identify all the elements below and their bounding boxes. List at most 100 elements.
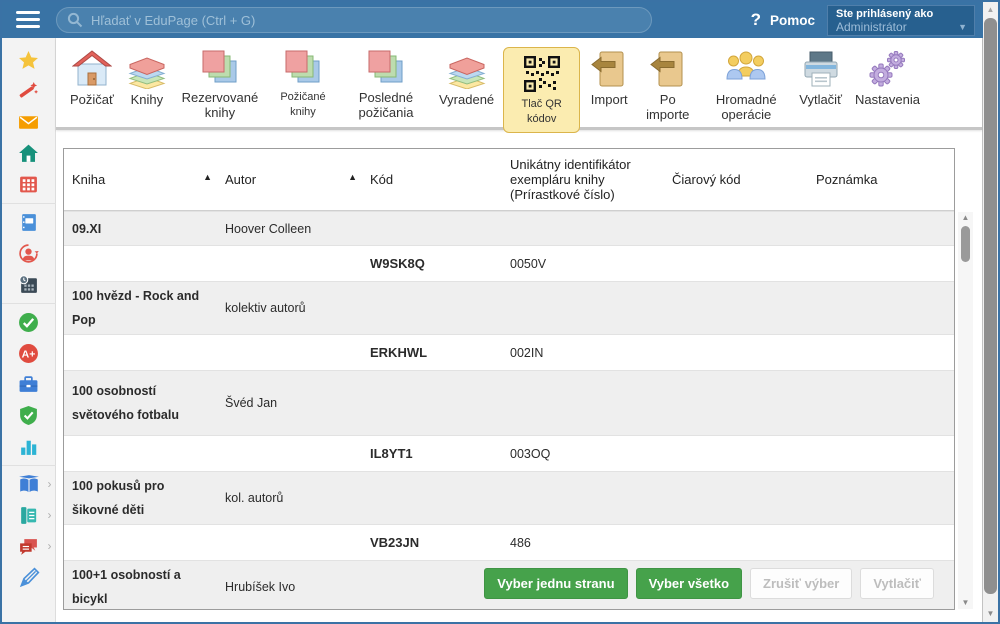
sidebar-divider xyxy=(2,303,56,304)
toolbar-item-pozicane-knihy[interactable]: Požičané knihy xyxy=(269,47,337,122)
chat-bubbles-icon xyxy=(18,536,39,557)
column-header-ciarovy-kod[interactable]: Čiarový kód xyxy=(664,149,808,210)
table-row[interactable]: 100 osobností světového fotbalu Švéd Jan xyxy=(64,370,954,436)
toolbar-item-rezervovane-knihy[interactable]: Rezervované knihy xyxy=(176,47,264,122)
cell-autor xyxy=(217,525,362,560)
toolbar-item-vytlacit[interactable]: Vytlačiť xyxy=(795,47,846,109)
global-search[interactable] xyxy=(56,7,652,33)
table-row[interactable]: ERKHWL 002IN xyxy=(64,335,954,370)
select-one-page-button[interactable]: Vyber jednu stranu xyxy=(484,568,627,599)
cell-autor: Hoover Colleen xyxy=(217,212,362,245)
help-button[interactable]: ? Pomoc xyxy=(751,2,815,38)
toolbar-item-knihy[interactable]: Knihy xyxy=(123,47,171,109)
toolbar-item-pozicat[interactable]: Požičať xyxy=(66,47,118,109)
print-button[interactable]: Vytlačiť xyxy=(860,568,934,599)
sidebar-item-grades[interactable]: A+ xyxy=(2,338,56,369)
sidebar-item-timetable[interactable] xyxy=(2,169,56,200)
toolbar-item-label: Nastavenia xyxy=(855,92,920,107)
cell-ciarovy xyxy=(664,525,808,560)
sidebar-item-attendance[interactable] xyxy=(2,307,56,338)
grade-a-plus-icon: A+ xyxy=(18,343,39,364)
table-scrollbar-thumb[interactable] xyxy=(961,226,970,262)
page-scrollbar-thumb[interactable] xyxy=(984,18,997,594)
sidebar-item-documents[interactable]: › xyxy=(2,500,56,531)
column-header-autor[interactable]: Autor ▲ xyxy=(217,149,362,210)
sidebar-item-substitution[interactable] xyxy=(2,238,56,269)
chevron-right-icon: › xyxy=(48,477,52,491)
sidebar-item-favorites[interactable] xyxy=(2,45,56,76)
import-door-icon xyxy=(589,49,629,89)
toolbar-item-import[interactable]: Import xyxy=(585,47,633,109)
layers-icon xyxy=(127,49,167,89)
table-scrollbar[interactable]: ▲ ▼ xyxy=(958,212,973,609)
scroll-down-icon[interactable]: ▼ xyxy=(958,597,973,609)
toolbar-item-posledne-pozicania[interactable]: Posledné požičania xyxy=(342,47,430,122)
cell-ident: 002IN xyxy=(502,335,664,370)
sidebar-item-library[interactable]: › xyxy=(2,469,56,500)
cell-kniha: 100+1 osobností a bicykl xyxy=(64,561,217,610)
select-all-button[interactable]: Vyber všetko xyxy=(636,568,742,599)
people-group-icon xyxy=(726,49,766,89)
toolbar-item-tlac-qr-kodov[interactable]: Tlač QR kódov xyxy=(503,47,580,133)
cell-poznamka xyxy=(808,282,954,334)
column-header-poznamka[interactable]: Poznámka xyxy=(808,149,954,210)
qr-code-icon xyxy=(522,54,562,94)
toolbar-item-vyradene[interactable]: Vyradené xyxy=(435,47,498,109)
table-row[interactable]: IL8YT1 003OQ xyxy=(64,436,954,471)
cell-kod xyxy=(362,472,502,524)
chevron-right-icon: › xyxy=(48,539,52,553)
logged-in-user-menu[interactable]: Ste prihlásený ako Administrátor ▼ xyxy=(827,5,975,36)
cell-kod: IL8YT1 xyxy=(362,436,502,471)
briefcase-icon xyxy=(18,374,39,395)
cell-kod: VB23JN xyxy=(362,525,502,560)
cell-ciarovy xyxy=(664,472,808,524)
notebook-icon xyxy=(18,212,39,233)
pen-icon xyxy=(18,567,40,589)
sidebar-item-messages[interactable] xyxy=(2,107,56,138)
toolbar-item-po-importe[interactable]: Po importe xyxy=(638,47,697,124)
sidebar-item-admin-console[interactable] xyxy=(2,400,56,431)
cell-poznamka xyxy=(808,472,954,524)
import-door-icon xyxy=(648,49,688,89)
toolbar-item-label: Po importe xyxy=(642,92,693,122)
toolbar-item-hromadne-operacie[interactable]: Hromadné operácie xyxy=(702,47,790,124)
scroll-up-icon[interactable]: ▲ xyxy=(958,212,973,224)
sidebar-item-plan-calendar[interactable] xyxy=(2,269,56,300)
cell-kniha xyxy=(64,525,217,560)
scroll-down-icon[interactable]: ▼ xyxy=(983,607,998,621)
page-scrollbar[interactable]: ▲ ▼ xyxy=(983,2,998,622)
table-row[interactable]: W9SK8Q 0050V xyxy=(64,246,954,281)
main-content: Požičať Knihy Rezervované knihy xyxy=(56,38,983,622)
stacked-books-icon xyxy=(367,49,405,87)
toolbar-item-nastavenia[interactable]: Nastavenia xyxy=(851,47,924,109)
cell-kniha: 100 pokusů pro šikovné děti xyxy=(64,472,217,524)
cell-ciarovy xyxy=(664,212,808,245)
sidebar-item-communication[interactable]: › xyxy=(2,531,56,562)
toolbar-item-label: Rezervované knihy xyxy=(180,90,260,120)
column-label: Poznámka xyxy=(816,172,877,187)
cell-poznamka xyxy=(808,335,954,370)
sidebar-item-agenda[interactable] xyxy=(2,369,56,400)
cell-kod xyxy=(362,212,502,245)
column-header-unikatny-identifikator[interactable]: Unikátny identifikátor exempláru knihy (… xyxy=(502,149,664,210)
clear-selection-button[interactable]: Zrušiť výber xyxy=(750,568,852,599)
table-row[interactable]: 09.XI Hoover Colleen xyxy=(64,211,954,246)
layers-icon xyxy=(447,49,487,89)
toolbar-item-label: Posledné požičania xyxy=(346,90,426,120)
search-input[interactable] xyxy=(91,13,641,28)
column-header-kniha[interactable]: Kniha ▲ xyxy=(64,149,217,210)
hamburger-menu-icon[interactable] xyxy=(16,11,40,29)
table-row[interactable]: 100 pokusů pro šikovné děti kol. autorů xyxy=(64,471,954,525)
sidebar-item-elearning[interactable] xyxy=(2,562,56,593)
sidebar-item-class-register[interactable] xyxy=(2,207,56,238)
search-icon xyxy=(67,12,83,28)
column-header-kod[interactable]: Kód xyxy=(362,149,502,210)
sidebar-item-statistics[interactable] xyxy=(2,431,56,462)
cell-ident: 0050V xyxy=(502,246,664,281)
sidebar-item-home[interactable] xyxy=(2,138,56,169)
svg-text:A+: A+ xyxy=(22,348,36,360)
table-row[interactable]: VB23JN 486 xyxy=(64,525,954,560)
table-row[interactable]: 100 hvězd - Rock and Pop kolektiv autorů xyxy=(64,281,954,335)
scroll-up-icon[interactable]: ▲ xyxy=(983,3,998,17)
sidebar-item-wizard[interactable] xyxy=(2,76,56,107)
